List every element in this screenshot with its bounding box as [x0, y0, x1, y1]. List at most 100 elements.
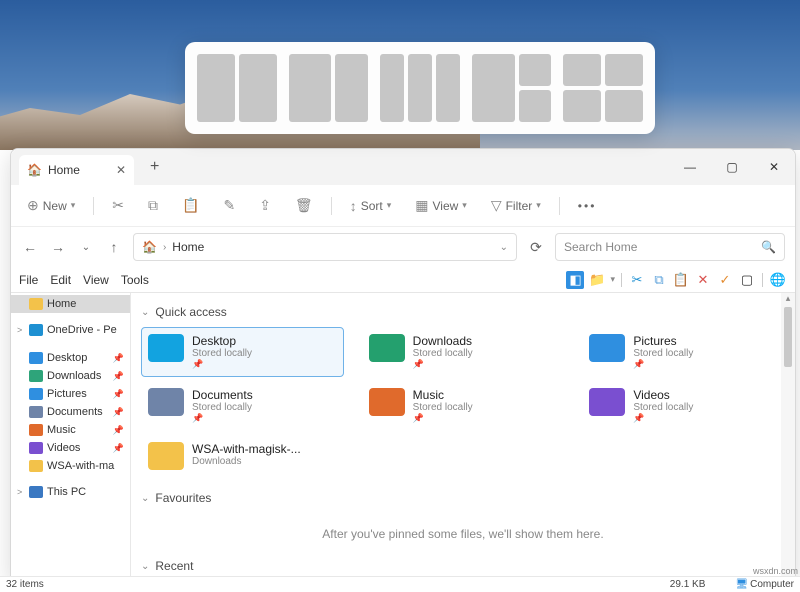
- copy-icon: ⧉: [148, 197, 158, 214]
- sidebar-item-videos[interactable]: Videos📌: [11, 439, 130, 457]
- clipboard-icon[interactable]: 📋: [672, 271, 690, 289]
- paste-button[interactable]: 📋: [176, 193, 205, 218]
- menu-view[interactable]: View: [83, 273, 109, 287]
- section-favourites[interactable]: ⌄Favourites: [141, 491, 785, 505]
- search-icon: 🔍: [761, 240, 776, 254]
- sidebar-item-documents[interactable]: Documents📌: [11, 403, 130, 421]
- qa-item-music[interactable]: MusicStored locally📌: [362, 381, 565, 431]
- up-button[interactable]: ↑: [105, 239, 123, 255]
- chevron-down-icon: ⌄: [141, 561, 149, 572]
- status-pc: Computer: [750, 579, 794, 590]
- share-icon: ⇪: [259, 197, 271, 214]
- chevron-down-icon: ⌄: [141, 307, 149, 318]
- watermark: wsxdn.com: [753, 566, 798, 576]
- sidebar-item-music[interactable]: Music📌: [11, 421, 130, 439]
- sidebar-item-onedrive-pe[interactable]: >OneDrive - Pe: [11, 321, 130, 339]
- status-items: 32 items: [6, 579, 44, 590]
- nav-row: ← → ⌄ ↑ 🏠 › Home ⌄ ⟳ Search Home 🔍: [11, 227, 795, 267]
- menu-edit[interactable]: Edit: [50, 273, 71, 287]
- menu-file[interactable]: File: [19, 273, 38, 287]
- command-toolbar: ⊕New▾ ✂ ⧉ 📋 ✎ ⇪ 🗑 ↕Sort▾ ▦View▾ ▽Filter▾…: [11, 185, 795, 227]
- address-bar[interactable]: 🏠 › Home ⌄: [133, 233, 517, 261]
- snap-layout-3col[interactable]: [380, 54, 460, 122]
- forward-button[interactable]: →: [49, 239, 67, 255]
- sidebar-item-downloads[interactable]: Downloads📌: [11, 367, 130, 385]
- check-icon[interactable]: ✓: [716, 271, 734, 289]
- new-button[interactable]: ⊕New▾: [21, 193, 81, 218]
- tab-home[interactable]: 🏠 Home ✕: [19, 155, 134, 185]
- sidebar-item-this-pc[interactable]: >This PC: [11, 483, 130, 501]
- snap-layout-left-stack[interactable]: [472, 54, 552, 122]
- menu-bar: File Edit View Tools ◧ 📁 ▾ ✂ ⧉ 📋 ✕ ✓ ▢ 🌐: [11, 267, 795, 293]
- cut-button[interactable]: ✂: [106, 193, 130, 218]
- scissors-icon[interactable]: ✂: [628, 271, 646, 289]
- delete-button[interactable]: 🗑: [289, 193, 319, 218]
- maximize-button[interactable]: ▢: [711, 160, 753, 174]
- copy-icon[interactable]: ⧉: [650, 271, 668, 289]
- snap-layout-2col[interactable]: [197, 54, 277, 122]
- titlebar: 🏠 Home ✕ + — ▢ ✕: [11, 149, 795, 185]
- snap-layout-2col-wide[interactable]: [289, 54, 369, 122]
- more-button[interactable]: •••: [572, 195, 603, 217]
- chevron-down-icon: ⌄: [141, 493, 149, 504]
- panel-icon[interactable]: ◧: [566, 271, 584, 289]
- qa-item-documents[interactable]: DocumentsStored locally📌: [141, 381, 344, 431]
- globe-icon[interactable]: 🌐: [769, 271, 787, 289]
- explorer-window: 🏠 Home ✕ + — ▢ ✕ ⊕New▾ ✂ ⧉ 📋 ✎ ⇪ 🗑 ↕Sort…: [10, 148, 796, 580]
- monitor-icon: 🖥: [735, 579, 748, 590]
- snap-layouts-popup: [185, 42, 655, 134]
- section-quick-access[interactable]: ⌄Quick access: [141, 305, 785, 319]
- sidebar: Home >OneDrive - Pe Desktop📌Downloads📌Pict…: [11, 293, 131, 579]
- breadcrumb-segment[interactable]: Home: [172, 240, 204, 254]
- content-area: ⌄Quick access DesktopStored locally📌 Down…: [131, 293, 795, 579]
- sidebar-item-desktop[interactable]: Desktop📌: [11, 349, 130, 367]
- sort-button[interactable]: ↕Sort▾: [344, 194, 398, 218]
- filter-button[interactable]: ▽Filter▾: [485, 193, 547, 218]
- status-size: 29.1 KB: [670, 579, 706, 590]
- plus-circle-icon: ⊕: [27, 197, 39, 214]
- delete-x-icon[interactable]: ✕: [694, 271, 712, 289]
- view-icon: ▦: [415, 197, 428, 214]
- favourites-empty-msg: After you've pinned some files, we'll sh…: [141, 513, 785, 555]
- rename-button[interactable]: ✎: [217, 193, 241, 218]
- chevron-down-icon[interactable]: ⌄: [77, 242, 95, 253]
- paste-icon: 📋: [182, 197, 199, 214]
- minimize-button[interactable]: —: [669, 160, 711, 174]
- sidebar-item-pictures[interactable]: Pictures📌: [11, 385, 130, 403]
- share-button[interactable]: ⇪: [253, 193, 277, 218]
- snap-layout-quad[interactable]: [563, 54, 643, 122]
- qa-item-wsa-with-magisk-[interactable]: WSA-with-magisk-...Downloads: [141, 435, 344, 477]
- copy-button[interactable]: ⧉: [142, 193, 164, 218]
- rename-icon: ✎: [223, 197, 235, 214]
- add-tab-button[interactable]: +: [142, 158, 167, 176]
- menu-tools[interactable]: Tools: [121, 273, 149, 287]
- chevron-right-icon: ›: [163, 242, 166, 253]
- qa-item-downloads[interactable]: DownloadsStored locally📌: [362, 327, 565, 377]
- close-window-button[interactable]: ✕: [753, 160, 795, 174]
- trash-icon: 🗑: [295, 197, 313, 214]
- status-bar: 32 items 29.1 KB 🖥 Computer: [0, 576, 800, 592]
- cut-icon: ✂: [112, 197, 124, 214]
- sidebar-item-home[interactable]: Home: [11, 295, 130, 313]
- chevron-down-icon[interactable]: ⌄: [500, 242, 508, 253]
- home-icon: 🏠: [27, 163, 42, 177]
- scrollbar[interactable]: ▴: [781, 293, 795, 579]
- qa-item-videos[interactable]: VideosStored locally📌: [582, 381, 785, 431]
- qa-item-pictures[interactable]: PicturesStored locally📌: [582, 327, 785, 377]
- view-button[interactable]: ▦View▾: [409, 193, 473, 218]
- box-icon[interactable]: ▢: [738, 271, 756, 289]
- tab-title: Home: [48, 163, 80, 177]
- filter-icon: ▽: [491, 197, 502, 214]
- sort-icon: ↕: [350, 198, 357, 214]
- folder-icon[interactable]: 📁: [588, 271, 606, 289]
- close-tab-icon[interactable]: ✕: [116, 163, 126, 177]
- menubar-icons: ◧ 📁 ▾ ✂ ⧉ 📋 ✕ ✓ ▢ 🌐: [566, 271, 787, 289]
- sidebar-item-wsa-with-ma[interactable]: WSA-with-ma: [11, 457, 130, 475]
- search-placeholder: Search Home: [564, 240, 637, 254]
- refresh-button[interactable]: ⟳: [527, 239, 545, 256]
- section-recent[interactable]: ⌄Recent: [141, 559, 785, 573]
- back-button[interactable]: ←: [21, 239, 39, 255]
- search-input[interactable]: Search Home 🔍: [555, 233, 785, 261]
- qa-item-desktop[interactable]: DesktopStored locally📌: [141, 327, 344, 377]
- home-icon: 🏠: [142, 240, 157, 254]
